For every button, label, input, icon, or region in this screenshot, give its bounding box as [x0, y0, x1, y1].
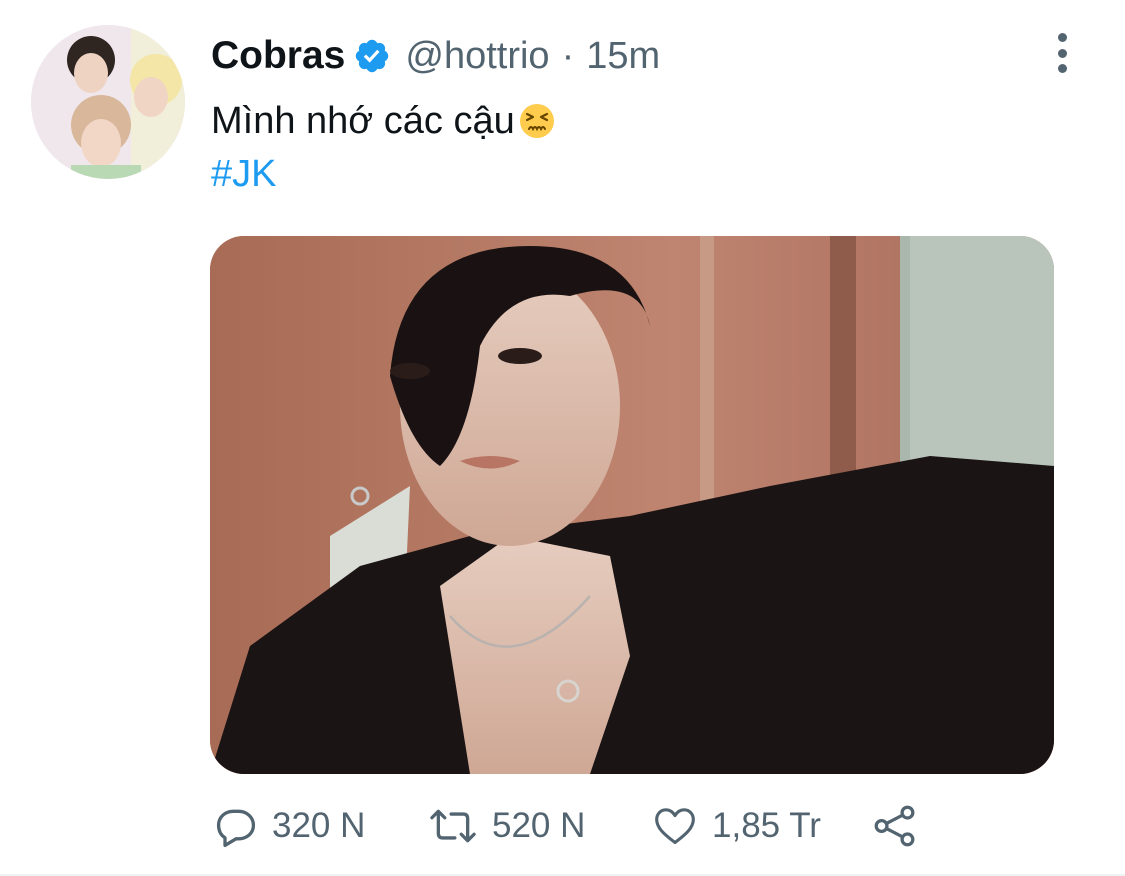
retweet-count: 520 N: [492, 806, 586, 845]
user-handle[interactable]: @hottrio: [405, 35, 549, 78]
share-button[interactable]: [872, 800, 918, 852]
avatar[interactable]: [31, 25, 185, 179]
hashtag-link[interactable]: #JK: [211, 148, 276, 200]
action-bar: 320 N 520 N 1,85 Tr: [214, 800, 934, 852]
verified-badge-icon: [353, 37, 391, 75]
like-count: 1,85 Tr: [712, 806, 821, 845]
timestamp[interactable]: 15m: [586, 35, 660, 78]
reply-icon: [216, 809, 256, 848]
retweet-button[interactable]: 520 N: [428, 800, 585, 852]
display-name[interactable]: Cobras: [211, 34, 345, 78]
heart-icon: [655, 808, 695, 845]
more-dot: [1057, 33, 1067, 42]
more-vertical-icon[interactable]: [1050, 33, 1074, 73]
more-dot: [1057, 48, 1067, 58]
reply-count: 320 N: [272, 806, 366, 845]
separator-dot: ·: [561, 34, 575, 77]
like-button[interactable]: 1,85 Tr: [652, 800, 821, 852]
photo-image: [210, 236, 1054, 774]
avatar-image: [31, 25, 185, 179]
reply-button[interactable]: 320 N: [214, 800, 365, 852]
persevering-face-emoji: [517, 101, 557, 141]
retweet-icon: [430, 809, 476, 843]
tweet: Cobras @hottrio · 15m Mình nhớ các cậu #…: [0, 0, 1125, 876]
tweet-text-content: Mình nhớ các cậu: [211, 100, 515, 142]
tweet-text: Mình nhớ các cậu: [211, 95, 557, 147]
tweet-photo[interactable]: [210, 236, 1054, 774]
more-dot: [1057, 64, 1067, 73]
share-icon: [874, 805, 915, 847]
tweet-header: Cobras @hottrio · 15m: [211, 30, 660, 82]
